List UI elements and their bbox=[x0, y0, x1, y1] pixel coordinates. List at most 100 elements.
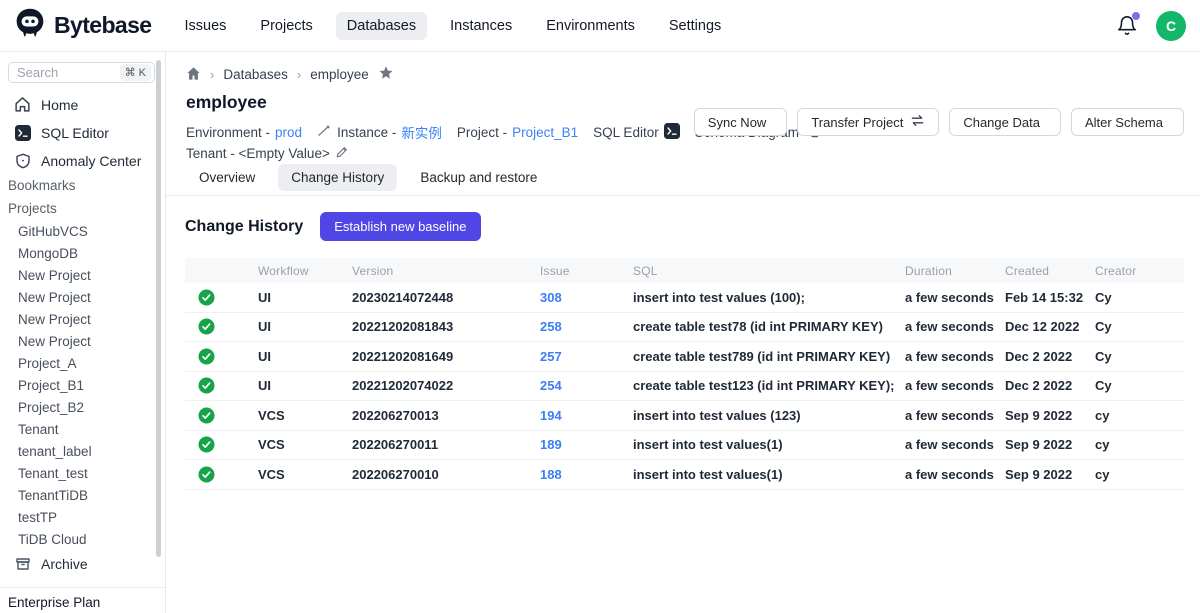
issue-link[interactable]: 194 bbox=[540, 408, 633, 423]
brand-name: Bytebase bbox=[54, 12, 151, 39]
table-row[interactable]: UI 20230214072448 308 insert into test v… bbox=[185, 283, 1184, 313]
sidebar-project-item[interactable]: New Project bbox=[0, 286, 165, 308]
shield-icon bbox=[14, 152, 31, 169]
issue-link[interactable]: 258 bbox=[540, 319, 633, 334]
column-header: Version bbox=[352, 264, 540, 278]
plan-badge[interactable]: Enterprise Plan bbox=[0, 587, 165, 613]
issue-link[interactable]: 254 bbox=[540, 378, 633, 393]
issue-link[interactable]: 308 bbox=[540, 290, 633, 305]
search-box[interactable]: ⌘ K bbox=[8, 62, 155, 83]
avatar[interactable]: C bbox=[1156, 11, 1186, 41]
sidebar-nav: Home SQL Editor Anomaly Center bbox=[0, 91, 165, 175]
change-history-header: Change History Establish new baseline bbox=[185, 212, 481, 241]
sidebar-project-item[interactable]: New Project bbox=[0, 264, 165, 286]
issue-link[interactable]: 257 bbox=[540, 349, 633, 364]
creator-cell: Cy bbox=[1095, 290, 1184, 305]
notification-bell-icon[interactable] bbox=[1116, 15, 1138, 37]
created-cell: Feb 14 15:32 bbox=[1005, 290, 1095, 305]
sidebar-nav-item[interactable]: Anomaly Center bbox=[0, 147, 165, 175]
action-button[interactable]: Sync Now bbox=[694, 108, 788, 136]
nav-item[interactable]: Issues bbox=[173, 12, 237, 40]
issue-link[interactable]: 188 bbox=[540, 467, 633, 482]
issue-link[interactable]: 189 bbox=[540, 437, 633, 452]
sidebar-project-item[interactable]: TenantTiDB bbox=[0, 484, 165, 506]
table-row[interactable]: VCS 202206270010 188 insert into test va… bbox=[185, 460, 1184, 490]
sidebar-scrollbar[interactable] bbox=[156, 60, 161, 557]
establish-baseline-button[interactable]: Establish new baseline bbox=[320, 212, 480, 241]
environment-link[interactable]: prod bbox=[275, 125, 302, 140]
table-row[interactable]: VCS 202206270013 194 insert into test va… bbox=[185, 401, 1184, 431]
success-status-icon bbox=[185, 348, 258, 365]
workflow-cell: UI bbox=[258, 349, 352, 364]
sidebar-bottom: Archive Enterprise Plan bbox=[0, 550, 165, 613]
column-header: Created bbox=[1005, 264, 1095, 278]
success-status-icon bbox=[185, 318, 258, 335]
home-icon[interactable] bbox=[186, 66, 201, 84]
nav-item[interactable]: Projects bbox=[249, 12, 323, 40]
nav-item[interactable]: Environments bbox=[535, 12, 646, 40]
table-row[interactable]: VCS 202206270011 189 insert into test va… bbox=[185, 431, 1184, 461]
duration-cell: a few seconds bbox=[905, 467, 1005, 482]
primary-nav: Issues Projects Databases Instances Envi… bbox=[173, 12, 732, 40]
sidebar-project-item[interactable]: New Project bbox=[0, 330, 165, 352]
sidebar-project-item[interactable]: testTP bbox=[0, 506, 165, 528]
pencil-icon[interactable] bbox=[335, 145, 349, 162]
column-header: SQL bbox=[633, 264, 905, 278]
sidebar-project-item[interactable]: Tenant_test bbox=[0, 462, 165, 484]
sidebar-project-item[interactable]: New Project bbox=[0, 308, 165, 330]
bookmark-star-icon[interactable] bbox=[378, 65, 394, 84]
nav-item[interactable]: Settings bbox=[658, 12, 732, 40]
workflow-cell: UI bbox=[258, 290, 352, 305]
sql-cell: insert into test values (123) bbox=[633, 408, 905, 423]
notification-dot bbox=[1132, 12, 1140, 20]
instance-link[interactable]: 新实例 bbox=[401, 122, 442, 142]
project-link[interactable]: Project_B1 bbox=[512, 125, 578, 140]
column-header: Duration bbox=[905, 264, 1005, 278]
tab[interactable]: Change History bbox=[278, 164, 397, 191]
sidebar-project-item[interactable]: Project_B2 bbox=[0, 396, 165, 418]
bytebase-logo[interactable]: Bytebase bbox=[14, 7, 151, 44]
table-header-row: Workflow Version Issue SQL Duration Crea… bbox=[185, 258, 1184, 283]
workflow-cell: UI bbox=[258, 378, 352, 393]
creator-cell: cy bbox=[1095, 408, 1184, 423]
sidebar-project-item[interactable]: TiDB Cloud bbox=[0, 528, 165, 550]
table-row[interactable]: UI 20221202081843 258 create table test7… bbox=[185, 313, 1184, 343]
sidebar-nav-item[interactable]: Home bbox=[0, 91, 165, 119]
sql-cell: insert into test values (100); bbox=[633, 290, 905, 305]
tab[interactable]: Backup and restore bbox=[407, 164, 550, 191]
version-cell: 20221202081843 bbox=[352, 319, 540, 334]
success-status-icon bbox=[185, 466, 258, 483]
column-header: Issue bbox=[540, 264, 633, 278]
duration-cell: a few seconds bbox=[905, 319, 1005, 334]
change-history-table: Workflow Version Issue SQL Duration Crea… bbox=[185, 258, 1184, 490]
version-cell: 20221202074022 bbox=[352, 378, 540, 393]
sidebar-item-archive[interactable]: Archive bbox=[0, 550, 165, 578]
sidebar-project-item[interactable]: tenant_label bbox=[0, 440, 165, 462]
action-button[interactable]: Alter Schema bbox=[1071, 108, 1184, 136]
sql-editor-icon bbox=[664, 123, 680, 142]
tab[interactable]: Overview bbox=[186, 164, 268, 191]
created-cell: Sep 9 2022 bbox=[1005, 408, 1095, 423]
table-row[interactable]: UI 20221202074022 254 create table test1… bbox=[185, 372, 1184, 402]
sidebar-project-item[interactable]: Project_A bbox=[0, 352, 165, 374]
nav-item[interactable]: Instances bbox=[439, 12, 523, 40]
sql-editor-shortcut[interactable]: SQL Editor bbox=[593, 123, 680, 142]
sidebar-project-item[interactable]: GitHubVCS bbox=[0, 220, 165, 242]
breadcrumb-databases[interactable]: Databases bbox=[223, 67, 288, 82]
action-button[interactable]: Change Data bbox=[949, 108, 1061, 136]
search-input[interactable] bbox=[17, 65, 103, 80]
sidebar-nav-item[interactable]: SQL Editor bbox=[0, 119, 165, 147]
sidebar-project-item[interactable]: Project_B1 bbox=[0, 374, 165, 396]
archive-label: Archive bbox=[41, 556, 88, 572]
creator-cell: cy bbox=[1095, 437, 1184, 452]
sidebar-project-item[interactable]: Tenant bbox=[0, 418, 165, 440]
version-cell: 202206270010 bbox=[352, 467, 540, 482]
sidebar-project-item[interactable]: MongoDB bbox=[0, 242, 165, 264]
action-button[interactable]: Transfer Project bbox=[797, 108, 939, 136]
version-cell: 202206270011 bbox=[352, 437, 540, 452]
environment-meta: Environment - prod bbox=[186, 125, 302, 140]
nav-item[interactable]: Databases bbox=[336, 12, 427, 40]
project-meta: Project - Project_B1 bbox=[457, 125, 578, 140]
version-cell: 20221202081649 bbox=[352, 349, 540, 364]
table-row[interactable]: UI 20221202081649 257 create table test7… bbox=[185, 342, 1184, 372]
